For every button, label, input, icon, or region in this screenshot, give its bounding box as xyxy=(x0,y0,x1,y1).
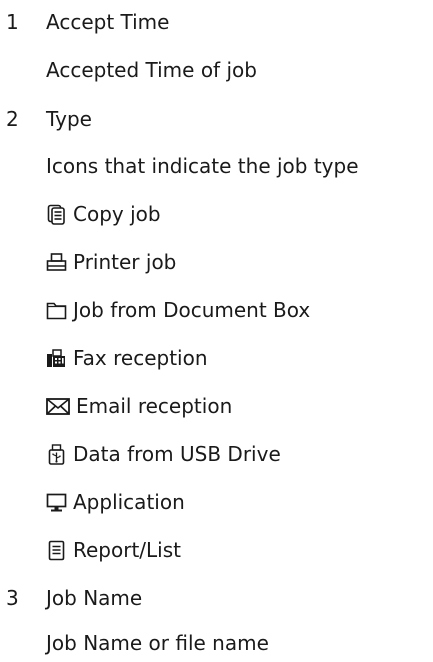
type-fax-reception: Fax reception xyxy=(46,342,208,374)
item-number: 1 xyxy=(6,10,19,34)
fax-icon xyxy=(46,348,67,369)
item-number: 2 xyxy=(6,107,19,131)
type-label: Application xyxy=(73,490,185,514)
folder-icon xyxy=(46,300,67,321)
item-description: Icons that indicate the job type xyxy=(46,154,359,178)
legend-item-type: 2 Type xyxy=(0,103,433,135)
type-label: Report/List xyxy=(73,538,181,562)
type-printer-job: Printer job xyxy=(46,246,176,278)
type-label: Job from Document Box xyxy=(73,298,311,322)
legend-item-accept-time: 1 Accept Time xyxy=(0,6,433,38)
type-email-reception: Email reception xyxy=(46,390,232,422)
type-document-box: Job from Document Box xyxy=(46,294,310,326)
type-copy-job: Copy job xyxy=(46,198,161,230)
item-number: 3 xyxy=(6,586,19,610)
type-usb-drive: Data from USB Drive xyxy=(46,438,281,470)
type-label: Printer job xyxy=(73,250,177,274)
type-report-list: Report/List xyxy=(46,534,181,566)
copy-job-icon xyxy=(46,204,67,225)
job-list-legend: 1 Accept Time Accepted Time of job 2 Typ… xyxy=(0,0,433,662)
type-label: Email reception xyxy=(76,394,233,418)
monitor-icon xyxy=(46,492,67,513)
usb-drive-icon xyxy=(46,443,67,465)
type-label: Fax reception xyxy=(73,346,208,370)
report-icon xyxy=(46,540,67,561)
item-heading: Type xyxy=(46,107,92,131)
item-heading: Accept Time xyxy=(46,10,170,34)
item-description: Job Name or file name xyxy=(46,631,269,655)
item-description: Accepted Time of job xyxy=(46,58,257,82)
printer-icon xyxy=(46,252,67,273)
envelope-icon xyxy=(46,396,70,417)
item-heading: Job Name xyxy=(46,586,143,610)
type-application: Application xyxy=(46,486,185,518)
legend-item-job-name: 3 Job Name xyxy=(0,582,433,614)
type-label: Data from USB Drive xyxy=(73,442,281,466)
type-label: Copy job xyxy=(73,202,161,226)
